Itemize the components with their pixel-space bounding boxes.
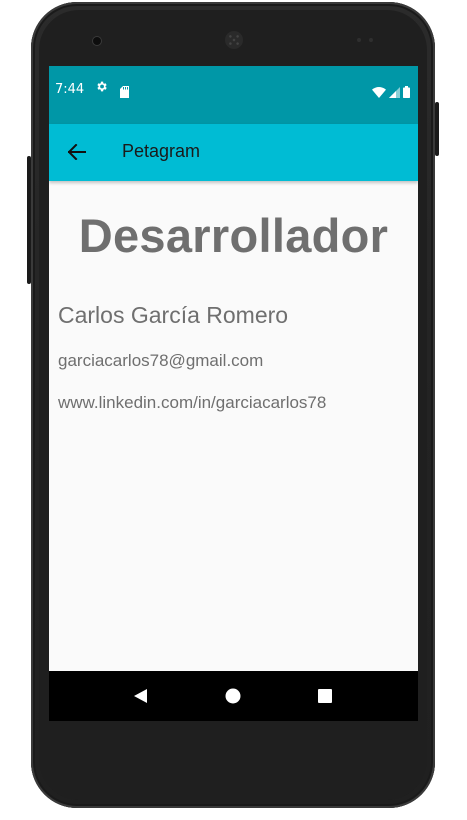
battery-icon [403, 83, 410, 102]
page-heading: Desarrollador [78, 209, 389, 262]
home-circle-icon[interactable] [222, 685, 244, 707]
device-frame: 7:44 Petagram Desarrollador Carlos Garcí… [0, 0, 467, 820]
developer-info: Desarrollador Carlos García Romero garci… [49, 181, 418, 671]
screen: 7:44 Petagram Desarrollador Carlos Garcí… [49, 66, 418, 721]
status-icons-right [372, 83, 410, 102]
app-title: Petagram [122, 141, 201, 161]
earpiece-speaker [225, 31, 243, 49]
wifi-icon [372, 83, 386, 102]
arrow-back-icon[interactable] [63, 138, 91, 166]
app-bar: Petagram [49, 124, 418, 181]
recents-square-icon[interactable] [314, 685, 336, 707]
proximity-sensors [357, 38, 379, 42]
developer-email: garciacarlos78@gmail.com [58, 351, 264, 370]
gear-icon [95, 80, 108, 97]
status-time: 7:44 [55, 82, 85, 97]
signal-icon [389, 83, 400, 102]
back-triangle-icon[interactable] [130, 685, 152, 707]
power-button [435, 102, 439, 156]
front-camera [93, 37, 101, 45]
navigation-bar [49, 671, 418, 721]
status-bar: 7:44 [49, 66, 418, 124]
developer-name: Carlos García Romero [58, 302, 289, 328]
sd-card-icon [120, 83, 129, 98]
developer-linkedin: www.linkedin.com/in/garciacarlos78 [58, 393, 327, 412]
